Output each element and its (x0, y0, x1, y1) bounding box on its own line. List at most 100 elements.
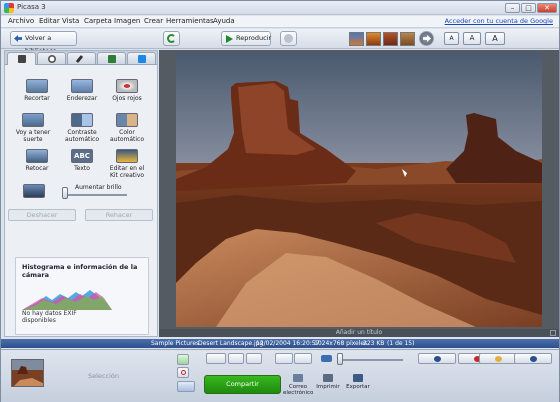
caption-size-medium-button[interactable]: A (463, 32, 481, 45)
tool-enderezar[interactable]: Enderezar (60, 79, 104, 102)
tab-effects-3[interactable] (127, 52, 156, 64)
photo-desert-landscape[interactable] (176, 53, 542, 327)
info-dimensions: 1024x768 píxeles (314, 340, 368, 347)
tab-tuning[interactable] (37, 52, 66, 64)
color-auto-icon (116, 113, 138, 127)
print-button[interactable]: Imprimir (313, 374, 343, 390)
menu-bar: Archivo Editar Vista Carpeta Imagen Crea… (1, 16, 559, 28)
tool-color-automatico[interactable]: Color automático (105, 113, 149, 143)
slideshow-button[interactable]: Reproducir (221, 31, 271, 46)
tool-label: Voy a tener suerte (15, 129, 51, 143)
email-icon (293, 374, 303, 382)
caption-field[interactable]: Añadir un título (159, 329, 559, 337)
menu-crear[interactable]: Crear (144, 17, 163, 25)
histogram-chart (22, 290, 112, 310)
previous-photo-button[interactable] (280, 31, 297, 46)
menu-vista[interactable]: Vista (62, 17, 79, 25)
menu-archivo[interactable]: Archivo (8, 17, 34, 25)
menu-editar[interactable]: Editar (39, 17, 60, 25)
brightness-label: Aumentar brillo (75, 184, 122, 191)
export-icon (353, 374, 363, 382)
printer-icon (323, 374, 333, 382)
tool-label: Enderezar (66, 95, 98, 102)
tray-rotate-left-button[interactable] (228, 353, 244, 364)
menu-herramientas[interactable]: Herramientas (166, 17, 214, 25)
photo-viewer: Añadir un título (159, 50, 559, 337)
info-size: 223 KB (363, 340, 385, 347)
tray-view-mode-button[interactable] (275, 353, 293, 364)
email-label: Correo electrónico (283, 384, 314, 396)
people-icon (434, 356, 441, 362)
toolbar: Volver a biblioteca Reproducir A A A (1, 29, 559, 55)
tag-icon (495, 356, 502, 362)
tab-basic-fixes[interactable] (7, 52, 36, 65)
tab-effects[interactable] (67, 52, 96, 64)
redo-button[interactable]: Rehacer (85, 209, 153, 221)
tool-ojos-rojos[interactable]: Ojos rojos (105, 79, 149, 102)
retouch-icon (26, 149, 48, 163)
zoom-photo-icon (321, 355, 332, 362)
clear-icon (181, 370, 186, 375)
pen-blue-icon (138, 55, 146, 63)
rotate-button[interactable] (163, 31, 180, 46)
tray-rotate-right-button[interactable] (246, 353, 262, 364)
info-position: (1 de 15) (387, 340, 415, 347)
export-button[interactable]: Exportar (343, 374, 373, 390)
google-account-link[interactable]: Acceder con tu cuenta de Google (445, 17, 553, 25)
share-button[interactable]: Compartir (204, 375, 281, 394)
edit-panel: Recortar Enderezar Ojos rojos Voy a tene… (4, 50, 158, 337)
brightness-slider-knob[interactable] (62, 187, 68, 199)
undo-button[interactable]: Deshacer (8, 209, 76, 221)
menu-ayuda[interactable]: Ayuda (213, 17, 235, 25)
creative-kit-icon (116, 149, 138, 163)
tool-label: Texto (74, 165, 90, 172)
filmstrip-thumb[interactable] (383, 32, 398, 46)
text-abc-icon: ABC (71, 149, 93, 163)
maximize-button[interactable]: □ (521, 3, 536, 13)
menu-imagen[interactable]: Imagen (114, 17, 140, 25)
next-arrow-icon (423, 35, 431, 42)
tray-print-preview-button[interactable] (206, 353, 226, 364)
tray-clear-button[interactable] (177, 367, 189, 378)
filmstrip-thumb[interactable] (400, 32, 415, 46)
tool-voy-a-tener-suerte[interactable]: Voy a tener suerte (11, 113, 55, 143)
tags-button[interactable] (479, 353, 517, 364)
tool-contraste-automatico[interactable]: Contraste automático (60, 113, 104, 143)
tab-effects-2[interactable] (97, 52, 126, 64)
caption-size-large-button[interactable]: A (485, 32, 505, 45)
crop-icon (26, 79, 48, 93)
people-button[interactable] (418, 353, 456, 364)
brightness-slider-track[interactable] (67, 194, 127, 196)
menu-carpeta[interactable]: Carpeta (84, 17, 112, 25)
play-label: Reproducir (236, 34, 272, 42)
email-button[interactable]: Correo electrónico (283, 374, 313, 396)
tray-album-button[interactable] (177, 381, 195, 392)
info-icon (530, 356, 537, 362)
zoom-slider-track[interactable] (339, 359, 403, 361)
export-label: Exportar (346, 384, 370, 390)
zoom-slider-knob[interactable] (337, 353, 343, 365)
tray-compare-button[interactable] (294, 353, 312, 364)
tool-label: Color automático (109, 129, 144, 143)
caption-size-small-button[interactable]: A (444, 32, 459, 45)
brush-icon (75, 54, 84, 64)
title-bar: Picasa 3 – □ ✕ (1, 1, 559, 15)
photo-tray: Selección Compartir Correo electrónico I… (1, 349, 559, 402)
filmstrip-thumb[interactable] (366, 32, 381, 46)
properties-button[interactable] (514, 353, 552, 364)
tool-editar-kit[interactable]: Editar en el Kit creativo (105, 149, 149, 179)
caption-right-marker (550, 330, 556, 336)
tray-hold-button[interactable] (177, 354, 189, 365)
close-button[interactable]: ✕ (537, 3, 557, 13)
info-date: 12/02/2004 16:20:57 (256, 340, 320, 347)
tray-thumbnail[interactable] (11, 359, 44, 387)
tool-retocar[interactable]: Retocar (15, 149, 59, 172)
tool-texto[interactable]: ABC Texto (60, 149, 104, 172)
picasa-logo-icon (4, 3, 14, 13)
back-to-library-button[interactable]: Volver a biblioteca (10, 31, 77, 55)
filmstrip-thumb[interactable] (349, 32, 364, 46)
next-photo-button[interactable] (419, 31, 434, 46)
tool-recortar[interactable]: Recortar (15, 79, 59, 102)
straighten-icon (71, 79, 93, 93)
minimize-button[interactable]: – (505, 3, 520, 13)
